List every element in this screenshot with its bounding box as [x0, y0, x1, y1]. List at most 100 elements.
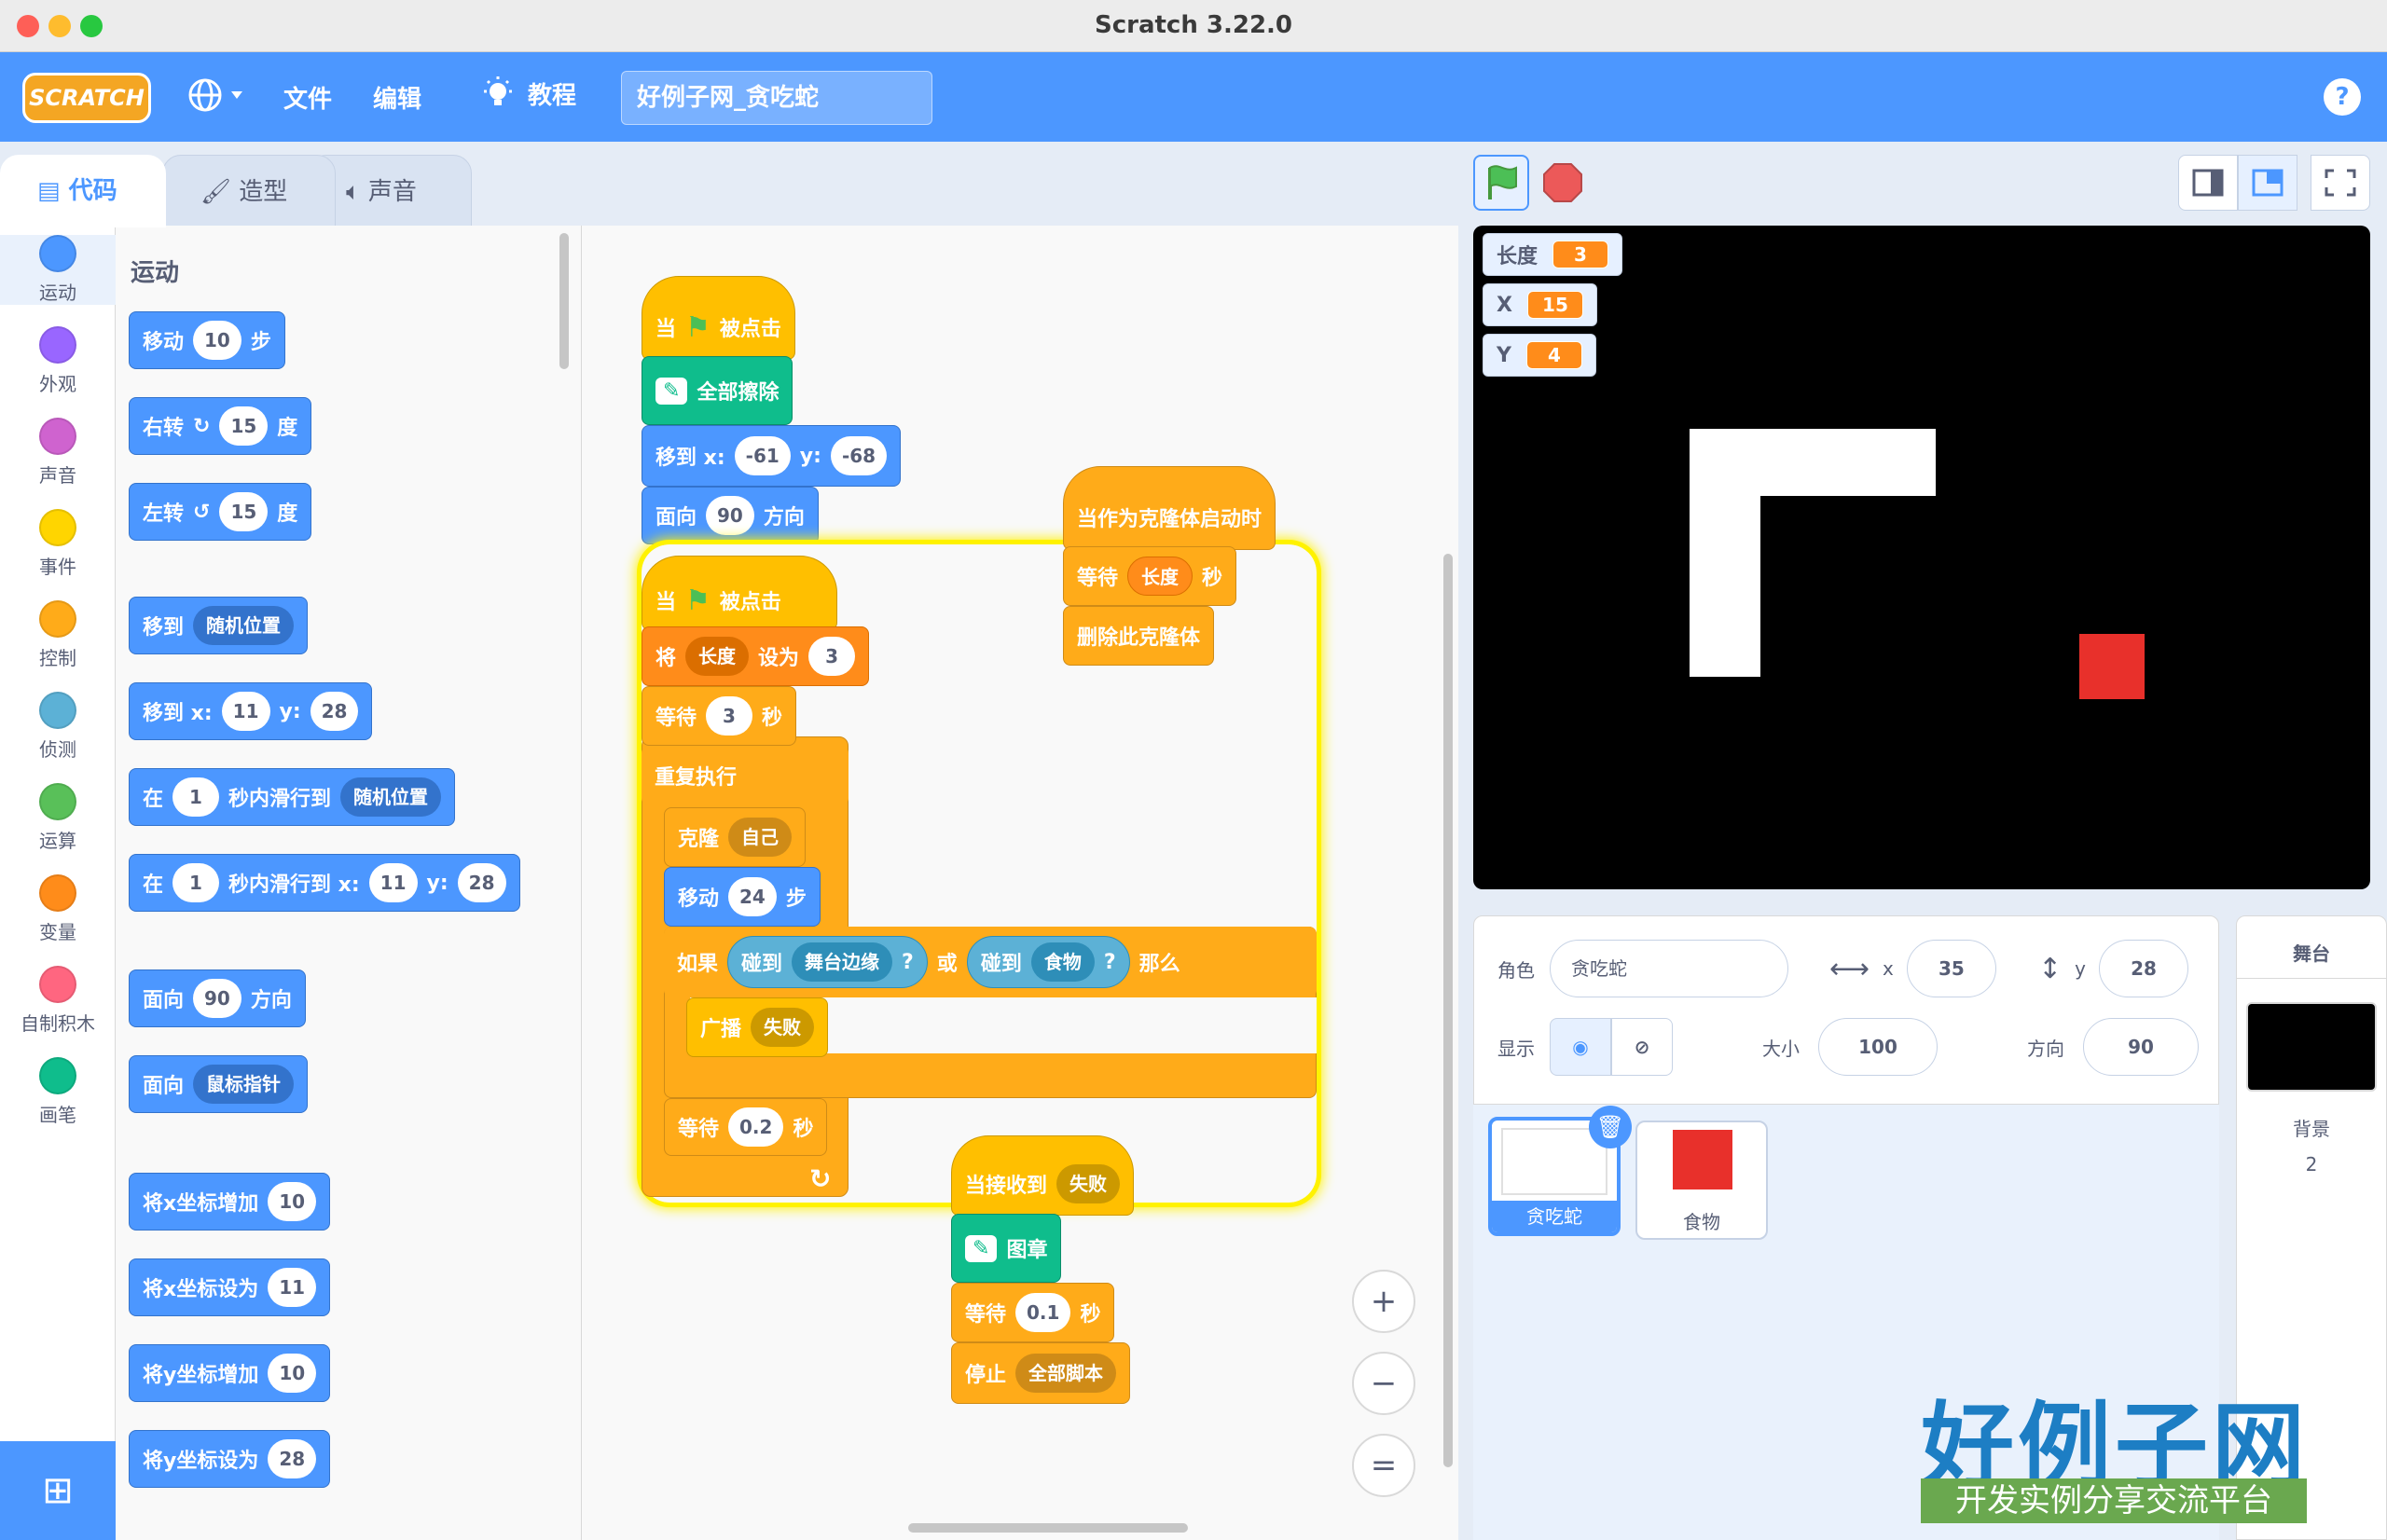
block-change-y[interactable]: 将y坐标增加 10 — [129, 1344, 331, 1402]
category-dot-icon — [39, 509, 76, 546]
script2-wait-2[interactable]: 等待 0.2 秒 — [664, 1098, 828, 1156]
category-4[interactable]: 控制 — [0, 600, 116, 670]
sprite-name-row: 角色 贪吃蛇 — [1497, 940, 1788, 997]
sprite-direction-input[interactable]: 90 — [2083, 1018, 2199, 1076]
category-label: 声音 — [39, 464, 76, 487]
edit-menu[interactable]: 编辑 — [373, 80, 421, 115]
script3-delete-clone[interactable]: 删除此克隆体 — [1063, 606, 1215, 666]
green-flag-icon: ⚑ — [685, 584, 711, 617]
script2-set-variable[interactable]: 将长度 设为 3 — [642, 626, 870, 686]
category-label: 画笔 — [39, 1104, 76, 1126]
palette-section-title: 运动 — [131, 259, 180, 287]
stage-canvas[interactable]: 长度 3 X 15 Y 4 — [1473, 226, 2370, 889]
pen-icon: ✎ — [965, 1234, 998, 1262]
category-label: 变量 — [39, 921, 76, 943]
project-title-input[interactable]: 好例子网_贪吃蛇 — [621, 71, 932, 125]
sprite-x-row: ⟷ x 35 — [1829, 940, 1996, 997]
loop-arrow-icon: ↻ — [809, 1163, 832, 1194]
script2-if-condition[interactable]: 如果 碰到 舞台边缘? 或 碰到 食物? 那么 — [664, 927, 1317, 997]
script3-when-start-as-clone[interactable]: 当作为克隆体启动时 — [1063, 466, 1276, 550]
zoom-out-button[interactable]: − — [1352, 1352, 1415, 1415]
watermark-subtitle: 开发实例分享交流平台 — [1921, 1478, 2307, 1523]
block-turn-left[interactable]: 左转 ↺ 15 度 — [129, 483, 312, 541]
stop-button[interactable] — [1542, 162, 1583, 203]
green-flag-button[interactable] — [1473, 155, 1529, 211]
script1-point-direction[interactable]: 面向 90 方向 — [642, 487, 819, 544]
script1-pen-clear[interactable]: ✎ 全部擦除 — [642, 356, 793, 425]
sprite-tile-food[interactable]: 食物 — [1635, 1121, 1768, 1240]
script4-stop[interactable]: 停止 全部脚本 — [951, 1342, 1131, 1404]
file-menu[interactable]: 文件 — [283, 80, 332, 115]
script2-forever-label[interactable]: 重复执行 — [642, 746, 849, 805]
script2-create-clone[interactable]: 克隆 自己 — [664, 807, 807, 867]
sprite-y-row: ↕ y 28 — [2038, 940, 2188, 997]
language-menu[interactable] — [186, 75, 246, 122]
delete-sprite-button[interactable]: 🗑︎ — [1589, 1106, 1632, 1148]
scratch-logo[interactable]: SCRATCH — [22, 73, 151, 123]
sprite-thumbnail — [1673, 1130, 1732, 1189]
category-7[interactable]: 变量 — [0, 874, 116, 944]
category-3[interactable]: 事件 — [0, 509, 116, 579]
small-stage-button[interactable] — [2178, 155, 2238, 211]
script2-when-flag-clicked[interactable]: 当 ⚑ 被点击 — [642, 556, 837, 630]
script2-broadcast[interactable]: 广播 失败 — [686, 997, 829, 1057]
category-dot-icon — [39, 966, 76, 1003]
help-button[interactable]: ? — [2324, 78, 2361, 116]
block-glide-target[interactable]: 在 1 秒内滑行到 随机位置 — [129, 768, 456, 826]
block-goto-xy[interactable]: 移到 x: 11 y: 28 — [129, 682, 373, 740]
script4-wait[interactable]: 等待 0.1 秒 — [951, 1283, 1115, 1342]
sprite-size-row: 大小 100 — [1762, 1018, 1938, 1076]
block-point-direction[interactable]: 面向 90 方向 — [129, 969, 306, 1027]
category-label: 自制积木 — [21, 1012, 95, 1035]
script4-when-receive[interactable]: 当接收到 失败 — [951, 1135, 1135, 1216]
pen-icon: ✎ — [655, 377, 688, 405]
sprite-y-input[interactable]: 28 — [2098, 940, 2188, 997]
zoom-in-button[interactable]: + — [1352, 1270, 1415, 1333]
script1-when-flag-clicked[interactable]: 当 ⚑ 被点击 — [642, 276, 795, 360]
block-point-towards[interactable]: 面向 鼠标指针 — [129, 1055, 309, 1113]
script3-wait-variable[interactable]: 等待 长度秒 — [1063, 546, 1237, 606]
block-glide-xy[interactable]: 在 1 秒内滑行到 x: 11 y: 28 — [129, 854, 520, 912]
category-1[interactable]: 外观 — [0, 326, 116, 396]
sprite-x-input[interactable]: 35 — [1906, 940, 1996, 997]
tab-costumes[interactable]: 🖌︎ 造型 — [162, 155, 336, 227]
category-9[interactable]: 画笔 — [0, 1057, 116, 1127]
sprite-name-input[interactable]: 贪吃蛇 — [1550, 940, 1788, 997]
script-scrollbar-vertical[interactable] — [1443, 554, 1453, 1467]
backdrop-thumbnail[interactable] — [2246, 1002, 2377, 1092]
category-8[interactable]: 自制积木 — [0, 966, 116, 1036]
script4-stamp[interactable]: ✎ 图章 — [951, 1214, 1062, 1283]
block-set-y[interactable]: 将y坐标设为 28 — [129, 1430, 331, 1488]
block-move-steps[interactable]: 移动 10 步 — [129, 311, 285, 369]
block-change-x[interactable]: 将x坐标增加 10 — [129, 1173, 331, 1231]
stage-drawing — [1690, 429, 2145, 699]
globe-icon — [188, 78, 242, 112]
condition-touching-edge[interactable]: 碰到 舞台边缘? — [727, 936, 928, 988]
show-sprite-button[interactable]: ◉ — [1550, 1018, 1611, 1076]
category-6[interactable]: 运算 — [0, 783, 116, 853]
category-2[interactable]: 声音 — [0, 418, 116, 488]
sprite-size-input[interactable]: 100 — [1818, 1018, 1938, 1076]
large-stage-button[interactable] — [2238, 155, 2297, 211]
category-label: 运动 — [39, 282, 76, 304]
fullscreen-button[interactable] — [2311, 155, 2370, 211]
script-scrollbar-horizontal[interactable] — [908, 1523, 1188, 1533]
block-set-x[interactable]: 将x坐标设为 11 — [129, 1258, 331, 1316]
condition-touching-food[interactable]: 碰到 食物? — [966, 936, 1130, 988]
tab-code[interactable]: ▤ 代码 — [0, 155, 166, 227]
palette-scrollbar[interactable] — [559, 233, 569, 369]
category-5[interactable]: 侦测 — [0, 692, 116, 762]
script2-wait[interactable]: 等待 3 秒 — [642, 686, 797, 746]
zoom-reset-button[interactable]: = — [1352, 1434, 1415, 1497]
category-0[interactable]: 运动 — [0, 235, 116, 305]
hide-sprite-button[interactable]: ⊘ — [1611, 1018, 1673, 1076]
block-turn-right[interactable]: 右转 ↻ 15 度 — [129, 397, 312, 455]
script2-move-steps[interactable]: 移动 24 步 — [664, 867, 821, 927]
block-goto-target[interactable]: 移到 随机位置 — [129, 597, 309, 654]
add-extension-button[interactable]: ⊞ — [0, 1441, 116, 1540]
sprite-show-row: 显示 ◉ ⊘ — [1497, 1018, 1673, 1076]
green-flag-icon: ⚑ — [685, 310, 711, 344]
tutorials-menu[interactable]: 教程 — [479, 75, 576, 112]
sprite-tile-snake[interactable]: 贪吃蛇 🗑︎ — [1488, 1106, 1632, 1236]
script1-goto-xy[interactable]: 移到 x: -61 y: -68 — [642, 425, 902, 487]
